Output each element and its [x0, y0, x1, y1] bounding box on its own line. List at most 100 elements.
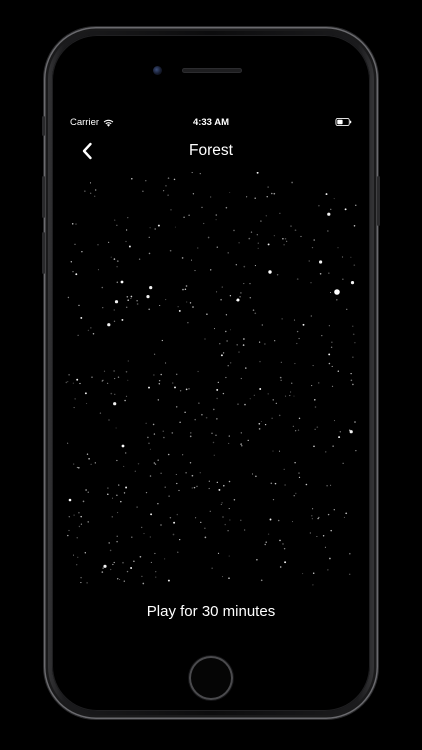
star: [164, 486, 166, 488]
star: [178, 489, 180, 492]
star: [229, 191, 231, 194]
star: [126, 296, 129, 298]
star: [333, 198, 335, 200]
star: [114, 378, 116, 380]
star: [76, 537, 78, 539]
star: [76, 564, 78, 566]
star: [326, 485, 328, 487]
star: [308, 260, 310, 262]
star: [113, 402, 117, 406]
star: [163, 190, 165, 192]
play-duration-button[interactable]: Play for 30 minutes: [60, 603, 362, 620]
star: [80, 576, 82, 579]
star: [125, 306, 128, 309]
star: [147, 436, 149, 439]
star: [254, 312, 257, 315]
star: [258, 422, 261, 425]
star: [241, 445, 243, 447]
star: [77, 466, 80, 469]
star: [240, 519, 242, 522]
star: [318, 204, 320, 207]
home-button[interactable]: [189, 656, 233, 700]
star: [117, 376, 120, 378]
star: [290, 225, 292, 227]
star: [254, 265, 256, 267]
star: [208, 487, 210, 490]
star: [322, 535, 325, 537]
star: [136, 303, 139, 305]
star: [187, 322, 189, 324]
star: [124, 399, 126, 402]
star: [86, 582, 88, 584]
star: [255, 475, 257, 478]
star: [141, 575, 143, 578]
star: [309, 532, 311, 534]
star: [251, 473, 254, 475]
star: [160, 524, 162, 526]
star: [114, 300, 119, 304]
star: [175, 373, 178, 376]
bright-star: [334, 289, 340, 295]
star: [221, 502, 223, 504]
star: [294, 462, 296, 464]
star: [76, 466, 79, 469]
star: [190, 259, 193, 261]
starfield-animation: [65, 172, 357, 586]
star: [225, 206, 228, 209]
star: [73, 407, 75, 409]
star: [148, 308, 151, 311]
star: [123, 580, 125, 582]
star: [116, 224, 118, 226]
star: [279, 539, 281, 542]
star: [78, 525, 81, 528]
star: [68, 529, 70, 532]
star: [185, 285, 188, 287]
star: [294, 363, 296, 365]
star: [106, 382, 109, 385]
star: [316, 536, 318, 537]
star: [246, 196, 248, 198]
star: [163, 436, 165, 439]
star: [82, 500, 85, 503]
star: [158, 379, 161, 382]
star: [227, 529, 229, 532]
star: [123, 465, 125, 467]
bright-star: [68, 498, 72, 502]
star: [115, 427, 117, 429]
star: [350, 256, 352, 258]
back-button[interactable]: [74, 138, 100, 164]
navigation-bar: Forest: [60, 136, 362, 166]
star: [157, 503, 159, 505]
star: [197, 247, 199, 249]
star: [107, 487, 109, 489]
star: [261, 324, 263, 326]
star: [145, 422, 147, 424]
star: [240, 377, 242, 380]
star: [249, 398, 251, 400]
star: [153, 374, 155, 376]
star: [131, 178, 133, 180]
star: [74, 243, 76, 245]
star: [328, 325, 330, 327]
star: [260, 579, 263, 582]
star: [155, 576, 157, 578]
star: [171, 382, 174, 384]
star: [257, 247, 259, 250]
star: [213, 328, 216, 330]
star: [215, 214, 218, 216]
star: [94, 195, 96, 197]
star: [216, 397, 218, 400]
star: [149, 227, 151, 229]
star: [189, 302, 192, 304]
star: [122, 561, 124, 564]
star: [300, 235, 302, 238]
star: [280, 361, 282, 363]
star: [80, 515, 82, 518]
star: [342, 462, 344, 464]
star: [167, 177, 170, 179]
star: [142, 582, 145, 585]
star: [337, 370, 340, 372]
star: [244, 403, 246, 406]
star: [277, 519, 280, 522]
star: [243, 283, 245, 285]
